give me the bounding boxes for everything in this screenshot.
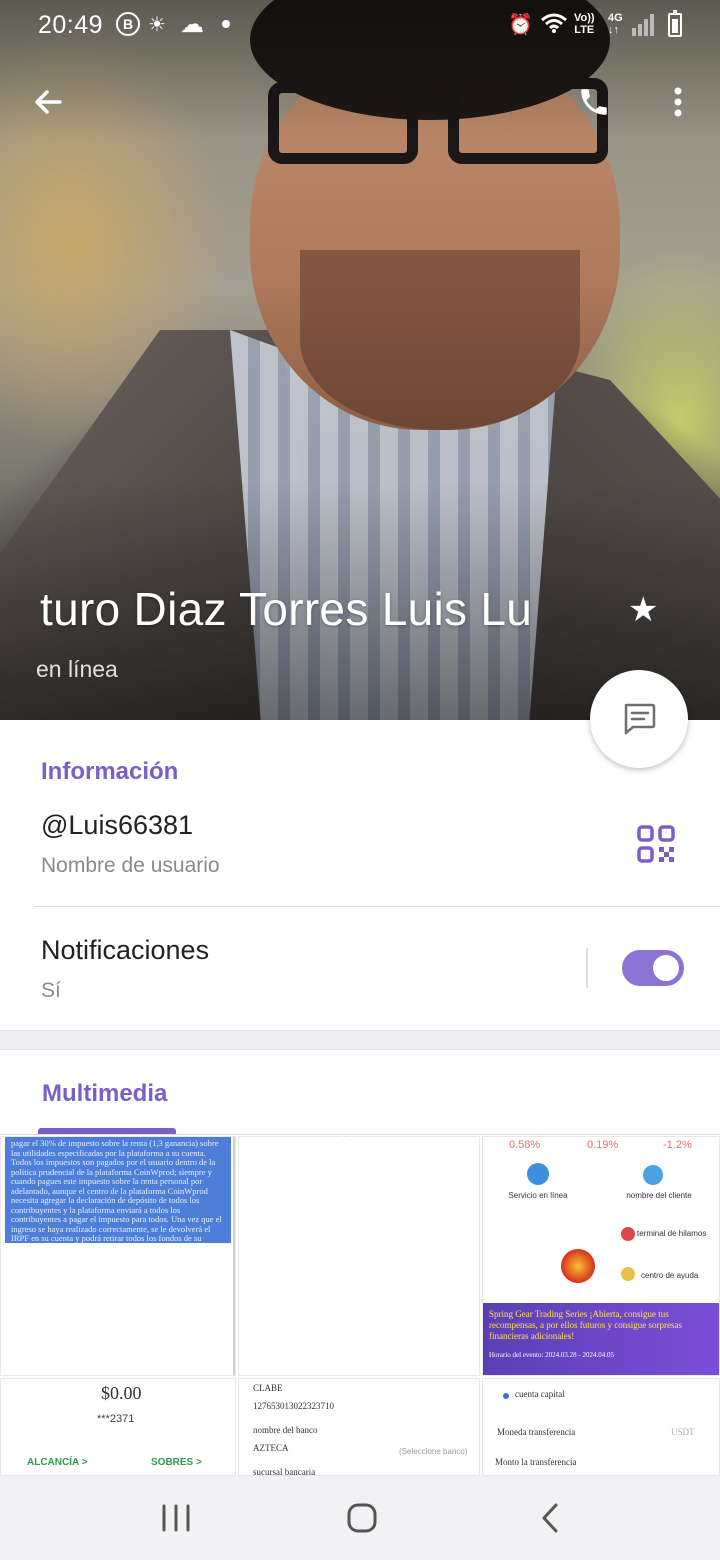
notifications-toggle[interactable] <box>622 950 684 986</box>
network-type: 4G ↓↑ <box>608 12 623 36</box>
promo-banner: Spring Gear Trading Series ¡Abierta, con… <box>483 1303 719 1375</box>
recents-icon <box>162 1504 190 1532</box>
back-button[interactable] <box>24 78 72 126</box>
profile-name: turo Diaz Torres Luis Lu <box>40 583 533 635</box>
media-thumbnail[interactable]: cuenta capital Moneda transferencia USDT… <box>482 1378 720 1476</box>
qr-code-button[interactable] <box>636 824 676 864</box>
system-back-button[interactable] <box>520 1494 580 1542</box>
status-time: 20:49 <box>38 11 104 39</box>
qr-code-icon <box>637 825 675 863</box>
media-thumbnail[interactable]: $0.00 ***2371 ALCANCÍA > SOBRES > <box>0 1378 236 1476</box>
media-thumbnail[interactable]: · · · · · <box>238 1136 480 1376</box>
media-section: Multimedia pagar el 30% de impuesto sobr… <box>0 1050 720 1476</box>
info-section-title: Información <box>41 758 179 785</box>
notifications-title[interactable]: Notificaciones <box>41 935 209 966</box>
username-value[interactable]: @Luis66381 <box>41 810 193 841</box>
home-icon <box>347 1503 377 1533</box>
media-thumbnail[interactable]: CLABE 127653013022323710 nombre del banc… <box>238 1378 480 1476</box>
cloud-icon: ☁ <box>180 11 204 38</box>
media-tab-title[interactable]: Multimedia <box>42 1080 167 1108</box>
thumb-text: pagar el 30% de impuesto sobre la renta … <box>5 1137 231 1243</box>
volte-indicator: Vo)) LTE <box>574 12 595 36</box>
client-icon <box>643 1165 663 1185</box>
toggle-knob <box>650 952 682 984</box>
system-navigation-bar <box>0 1476 720 1560</box>
info-section: Información @Luis66381 Nombre de usuario… <box>0 720 720 1030</box>
more-options-button[interactable] <box>654 78 702 126</box>
presence-status: en línea <box>36 656 118 682</box>
more-vertical-icon <box>674 87 682 117</box>
info-divider <box>34 906 720 907</box>
notification-dot-icon <box>222 20 230 28</box>
phone-icon <box>581 89 607 115</box>
arrow-left-icon <box>35 90 62 114</box>
photo-beard <box>300 250 580 430</box>
notifications-value: Sí <box>41 979 61 1002</box>
media-thumbnail[interactable]: pagar el 30% de impuesto sobre la renta … <box>0 1136 236 1376</box>
call-button[interactable] <box>570 78 618 126</box>
notifications-vertical-divider <box>586 948 588 988</box>
message-icon <box>624 703 656 735</box>
support-icon <box>527 1163 549 1185</box>
status-bar: 20:49 B ☀ ☁ ⏰ Vo)) LTE 4G ↓↑ <box>0 0 720 54</box>
b-badge-icon: B <box>116 12 140 36</box>
star-icon: ★ <box>628 591 659 629</box>
alarm-icon: ⏰ <box>508 14 533 36</box>
username-label: Nombre de usuario <box>41 854 220 877</box>
home-button[interactable] <box>332 1494 392 1542</box>
section-gap <box>0 1030 720 1050</box>
recents-button[interactable] <box>146 1494 206 1542</box>
chevron-left-icon <box>542 1503 558 1533</box>
media-thumbnail[interactable]: 0.58% 0.19% -1.2% Servicio en línea nomb… <box>482 1136 720 1376</box>
signal-icon <box>632 14 656 41</box>
wifi-icon <box>540 12 568 39</box>
battery-icon <box>668 10 682 37</box>
message-button[interactable] <box>590 670 688 768</box>
coin-icon <box>561 1249 595 1283</box>
sunrise-icon: ☀ <box>148 14 166 36</box>
